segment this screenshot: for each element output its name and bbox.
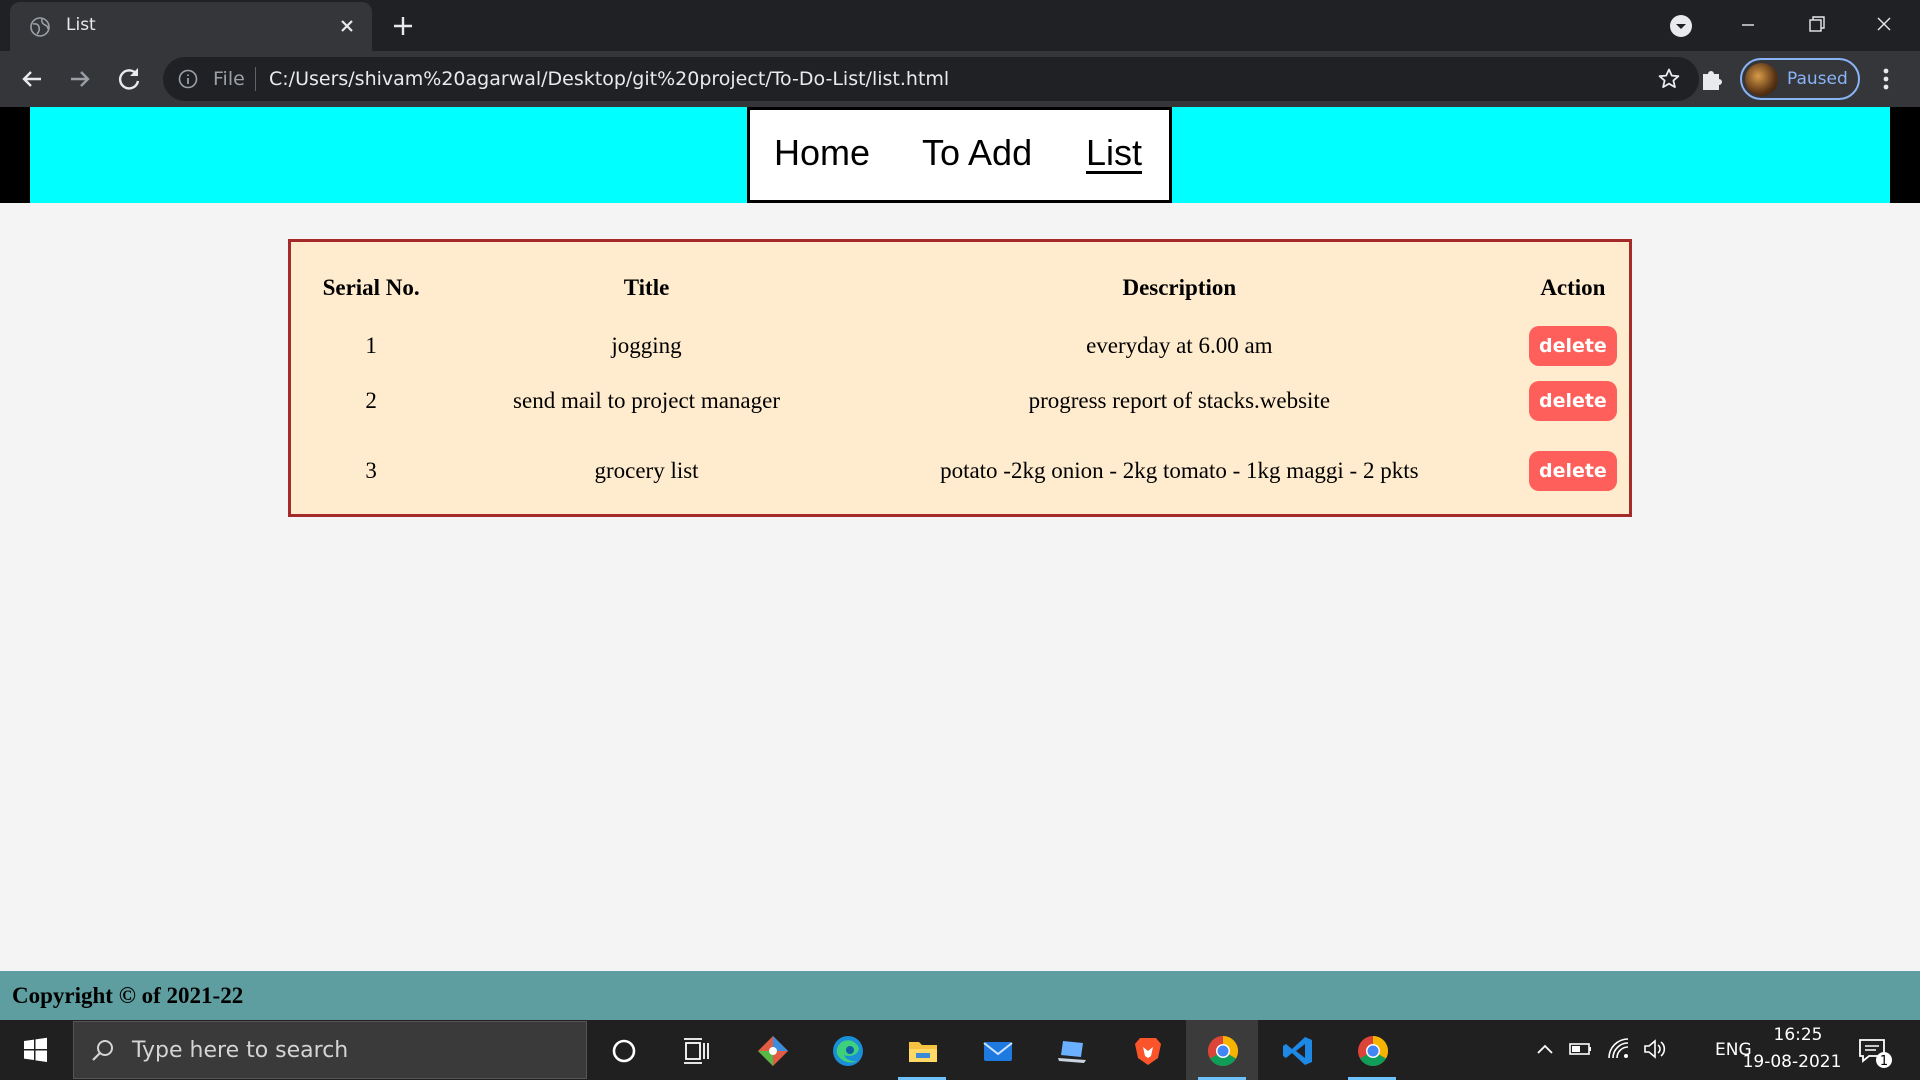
chevron-up-icon[interactable] bbox=[1534, 1038, 1556, 1060]
cell-action: delete bbox=[1517, 436, 1629, 506]
taskbar-app-edge[interactable] bbox=[811, 1020, 883, 1080]
table-header-row: Serial No. Title Description Action bbox=[291, 242, 1629, 326]
header-serial: Serial No. bbox=[322, 275, 420, 300]
cell-title: jogging bbox=[611, 333, 682, 358]
edge-browser-icon bbox=[833, 1036, 863, 1066]
cell-serial: 3 bbox=[365, 458, 377, 483]
cell-description: everyday at 6.00 am bbox=[1086, 333, 1273, 358]
notification-count: 1 bbox=[1880, 1054, 1888, 1069]
scheme-label: File bbox=[213, 68, 245, 90]
nav-link-to-add[interactable]: To Add bbox=[922, 132, 1032, 174]
header-title: Title bbox=[623, 275, 670, 300]
header-description: Description bbox=[1122, 275, 1237, 300]
taskbar-app-mail[interactable] bbox=[961, 1020, 1033, 1080]
windows-start-icon[interactable] bbox=[0, 1020, 70, 1080]
forward-arrow-icon[interactable] bbox=[64, 63, 96, 95]
search-icon bbox=[92, 1040, 113, 1061]
bookmark-star-icon[interactable] bbox=[1657, 67, 1681, 91]
folder-icon bbox=[909, 1042, 937, 1062]
info-icon[interactable] bbox=[178, 69, 198, 89]
cortana-button[interactable] bbox=[587, 1020, 659, 1080]
cell-title: grocery list bbox=[594, 458, 699, 483]
extensions-puzzle-icon[interactable] bbox=[1697, 64, 1727, 94]
tab-title: List bbox=[66, 15, 96, 35]
table-row: 3 grocery list potato -2kg onion - 2kg t… bbox=[291, 436, 1629, 506]
git-icon bbox=[758, 1036, 788, 1066]
new-tab-icon[interactable] bbox=[390, 13, 416, 39]
close-tab-icon[interactable] bbox=[336, 15, 358, 37]
task-view-button[interactable] bbox=[660, 1020, 732, 1080]
delete-button[interactable]: delete bbox=[1528, 381, 1617, 421]
laptop-icon bbox=[1058, 1041, 1086, 1063]
cell-description: potato -2kg onion - 2kg tomato - 1kg mag… bbox=[940, 458, 1419, 483]
todo-table: Serial No. Title Description Action 1 jo… bbox=[291, 242, 1629, 506]
cell-title: send mail to project manager bbox=[513, 388, 780, 413]
site-header: Home To Add List bbox=[0, 107, 1920, 203]
volume-icon[interactable] bbox=[1642, 1036, 1668, 1062]
taskbar: Type here to search ENG 16:25 19-08-2021… bbox=[0, 1020, 1920, 1080]
url-text[interactable]: C:/Users/shivam%20agarwal/Desktop/git%20… bbox=[269, 68, 949, 90]
delete-button[interactable]: delete bbox=[1528, 326, 1617, 366]
mail-icon bbox=[983, 1042, 1013, 1061]
cell-action: delete bbox=[1517, 326, 1629, 366]
avatar bbox=[1745, 63, 1778, 96]
battery-icon[interactable] bbox=[1568, 1038, 1594, 1060]
taskbar-app-laptop[interactable] bbox=[1036, 1020, 1108, 1080]
chrome-icon bbox=[1207, 1036, 1239, 1067]
nav-link-home[interactable]: Home bbox=[774, 132, 870, 174]
taskbar-app-git[interactable] bbox=[736, 1020, 808, 1080]
taskbar-app-brave[interactable] bbox=[1111, 1020, 1183, 1080]
browser-toolbar: File C:/Users/shivam%20agarwal/Desktop/g… bbox=[0, 51, 1920, 107]
cell-serial: 2 bbox=[365, 388, 377, 413]
taskbar-search[interactable]: Type here to search bbox=[73, 1021, 587, 1079]
profile-button[interactable]: Paused bbox=[1740, 58, 1860, 100]
back-arrow-icon[interactable] bbox=[16, 63, 48, 95]
cell-serial: 1 bbox=[365, 333, 377, 358]
nav-link-list[interactable]: List bbox=[1086, 132, 1142, 174]
globe-icon bbox=[30, 17, 50, 37]
minimize-icon[interactable] bbox=[1726, 10, 1770, 40]
restore-icon[interactable] bbox=[1794, 10, 1838, 40]
search-placeholder: Type here to search bbox=[132, 1038, 349, 1063]
browser-tab[interactable]: List bbox=[10, 2, 372, 51]
todo-table-container: Serial No. Title Description Action 1 jo… bbox=[288, 239, 1632, 517]
taskbar-app-vscode[interactable] bbox=[1261, 1020, 1333, 1080]
cell-description: progress report of stacks.website bbox=[1028, 388, 1331, 413]
vscode-icon bbox=[1283, 1037, 1312, 1065]
table-row: 1 jogging everyday at 6.00 am delete bbox=[291, 326, 1629, 366]
omnibox-divider bbox=[255, 67, 256, 91]
main-nav: Home To Add List bbox=[747, 107, 1172, 203]
notification-center-icon[interactable]: 1 bbox=[1856, 1034, 1892, 1070]
table-row: 2 send mail to project manager progress … bbox=[291, 366, 1629, 436]
address-bar[interactable]: File C:/Users/shivam%20agarwal/Desktop/g… bbox=[163, 57, 1699, 101]
site-footer: Copyright © of 2021-22 bbox=[0, 971, 1920, 1020]
header-action: Action bbox=[1540, 275, 1606, 300]
more-vertical-icon[interactable] bbox=[1872, 65, 1900, 93]
clock-date[interactable]: 19-08-2021 bbox=[1730, 1052, 1854, 1072]
delete-button[interactable]: delete bbox=[1528, 451, 1617, 491]
tab-search-icon[interactable] bbox=[1668, 13, 1694, 39]
cortana-circle-icon bbox=[612, 1039, 636, 1063]
taskbar-app-chrome-active[interactable] bbox=[1186, 1020, 1258, 1080]
reload-icon[interactable] bbox=[113, 63, 145, 95]
brave-lion-icon bbox=[1135, 1038, 1161, 1065]
cell-action: delete bbox=[1517, 366, 1629, 436]
browser-tab-strip: List bbox=[0, 0, 1920, 51]
chrome-icon bbox=[1358, 1036, 1389, 1067]
wifi-icon[interactable] bbox=[1606, 1036, 1632, 1062]
task-view-icon bbox=[684, 1038, 709, 1064]
close-window-icon[interactable] bbox=[1862, 10, 1906, 40]
profile-status-label: Paused bbox=[1787, 69, 1848, 89]
taskbar-app-file-explorer[interactable] bbox=[886, 1020, 958, 1080]
web-page: Home To Add List Serial No. Title Descri… bbox=[0, 107, 1920, 1020]
clock-time[interactable]: 16:25 bbox=[1758, 1025, 1838, 1045]
copyright-text: Copyright © of 2021-22 bbox=[12, 983, 244, 1008]
taskbar-app-chrome[interactable] bbox=[1336, 1020, 1408, 1080]
